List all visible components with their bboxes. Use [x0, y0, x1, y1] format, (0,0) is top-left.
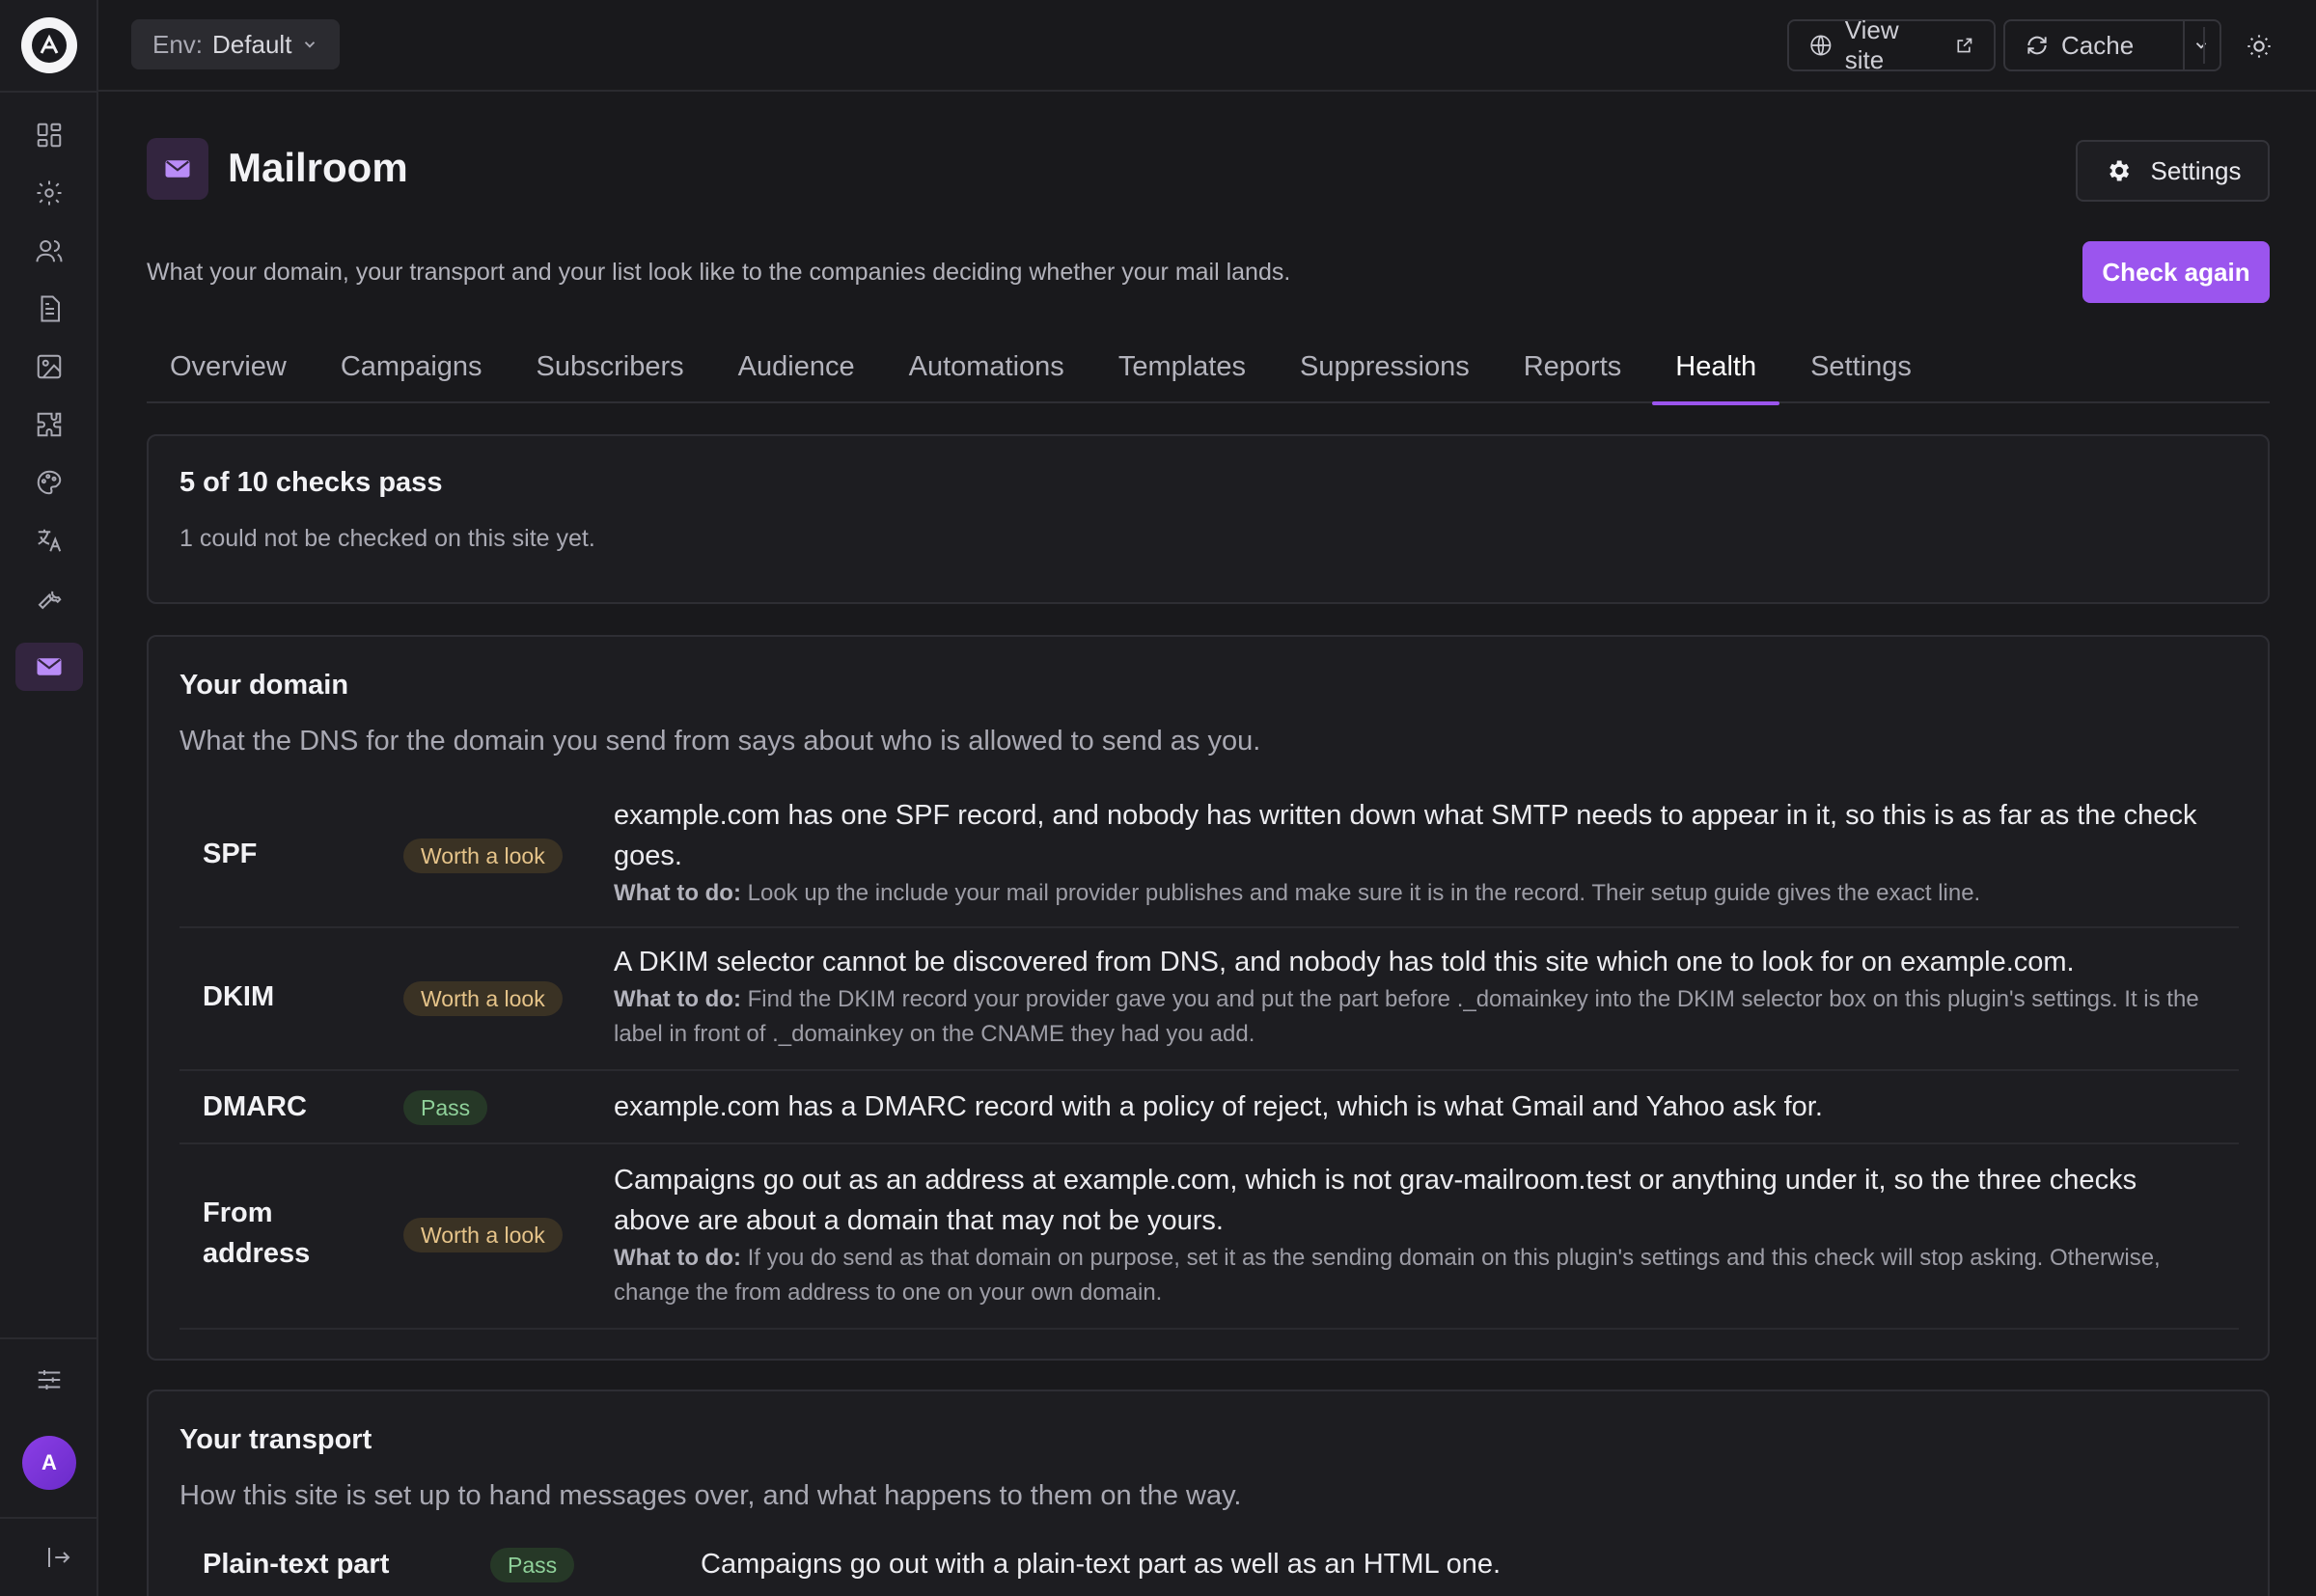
- page-subtitle: What your domain, your transport and you…: [147, 259, 1291, 286]
- cache-label: Cache: [2061, 30, 2135, 60]
- env-value: Default: [212, 29, 292, 59]
- summary-card: 5 of 10 checks pass 1 could not be check…: [147, 434, 2270, 604]
- avatar-initial: A: [41, 1450, 57, 1474]
- status-badge: Worth a look: [403, 839, 563, 873]
- chevron-down-icon: [305, 41, 316, 48]
- check-text: A DKIM selector cannot be discovered fro…: [614, 947, 2075, 977]
- todo-label: What to do:: [614, 880, 741, 906]
- gear-icon[interactable]: [15, 169, 83, 217]
- tab-templates[interactable]: Templates: [1118, 338, 1246, 403]
- check-again-button[interactable]: Check again: [2082, 241, 2270, 303]
- check-row-dmarc: DMARC Pass example.com has a DMARC recor…: [179, 1071, 2239, 1144]
- check-text: example.com has one SPF record, and nobo…: [614, 800, 2197, 871]
- chevron-down-icon: [2195, 42, 2207, 49]
- check-todo: What to do: If you do send as that domai…: [614, 1241, 2210, 1310]
- globe-icon: [1810, 35, 1832, 56]
- sidebar-divider: [0, 91, 96, 93]
- check-row-spf: SPF Worth a look example.com has one SPF…: [179, 795, 2239, 928]
- mail-icon[interactable]: [15, 643, 83, 691]
- check-description: Campaigns go out as an address at exampl…: [614, 1160, 2210, 1310]
- check-row-from-address: From address Worth a look Campaigns go o…: [179, 1144, 2239, 1330]
- mailroom-icon: [147, 138, 208, 200]
- status-badge: Pass: [403, 1090, 488, 1125]
- tools-icon[interactable]: [15, 574, 83, 622]
- todo-label: What to do:: [614, 986, 741, 1012]
- tab-campaigns[interactable]: Campaigns: [341, 338, 482, 403]
- settings-label: Settings: [2150, 155, 2242, 185]
- todo-text: Look up the include your mail provider p…: [747, 880, 1981, 906]
- sliders-icon[interactable]: [15, 1356, 83, 1404]
- view-site-label: View site: [1844, 15, 1899, 74]
- page-title: Mailroom: [228, 145, 408, 190]
- summary-note: 1 could not be checked on this site yet.: [179, 525, 595, 552]
- gear-icon: [2109, 160, 2129, 181]
- sidebar: A: [0, 0, 98, 1596]
- tab-automations[interactable]: Automations: [909, 338, 1064, 403]
- todo-text: If you do send as that domain on purpose…: [614, 1245, 2161, 1306]
- check-row-plain-text: Plain-text part Pass Campaigns go out wi…: [179, 1544, 2239, 1596]
- tab-subscribers[interactable]: Subscribers: [537, 338, 684, 403]
- env-selector[interactable]: Env: Default: [131, 19, 341, 69]
- check-text: example.com has a DMARC record with a po…: [614, 1091, 1823, 1122]
- tab-suppressions[interactable]: Suppressions: [1300, 338, 1470, 403]
- check-text: Campaigns go out with a plain-text part …: [701, 1549, 1502, 1580]
- check-description: example.com has one SPF record, and nobo…: [614, 795, 2210, 911]
- check-todo: What to do: Find the DKIM record your pr…: [614, 982, 2210, 1052]
- external-link-icon: [1957, 38, 1972, 53]
- tab-overview[interactable]: Overview: [170, 338, 287, 403]
- tab-reports[interactable]: Reports: [1524, 338, 1622, 403]
- env-label: Env:: [152, 29, 204, 59]
- status-badge: Worth a look: [403, 1218, 563, 1252]
- topbar: Env: Default View site Cache: [98, 0, 2316, 92]
- translate-icon[interactable]: [15, 516, 83, 564]
- sidebar-divider: [0, 1517, 96, 1519]
- check-label: DKIM: [203, 981, 275, 1012]
- status-badge: Worth a look: [403, 981, 563, 1016]
- check-description: Campaigns go out with a plain-text part …: [701, 1544, 2210, 1584]
- transport-card: Your transport How this site is set up t…: [147, 1390, 2270, 1596]
- sidebar-divider: [0, 1337, 96, 1339]
- check-todo: What to do: Look up the include your mai…: [614, 876, 2210, 911]
- check-label: From address: [203, 1197, 311, 1269]
- dashboard-icon[interactable]: [15, 111, 83, 159]
- todo-label: What to do:: [614, 1245, 741, 1271]
- check-text: Campaigns go out as an address at exampl…: [614, 1165, 2137, 1236]
- settings-button[interactable]: Settings: [2076, 140, 2270, 202]
- status-badge: Pass: [490, 1548, 575, 1582]
- theme-toggle-icon[interactable]: [2240, 27, 2278, 66]
- avatar[interactable]: A: [22, 1436, 76, 1490]
- cache-button[interactable]: Cache: [2003, 19, 2185, 71]
- cache-dropdown-button[interactable]: [2183, 19, 2221, 71]
- topbar-divider: [2203, 27, 2205, 64]
- grav-logo-icon[interactable]: [21, 17, 77, 73]
- check-label: Plain-text part: [203, 1549, 390, 1580]
- transport-subtitle: How this site is set up to hand messages…: [179, 1480, 1242, 1511]
- tab-audience[interactable]: Audience: [738, 338, 855, 403]
- domain-title: Your domain: [179, 670, 349, 701]
- refresh-icon: [2027, 36, 2047, 55]
- transport-title: Your transport: [179, 1424, 372, 1455]
- themes-icon[interactable]: [15, 458, 83, 507]
- collapse-sidebar-icon[interactable]: [25, 1533, 93, 1582]
- users-icon[interactable]: [15, 227, 83, 275]
- domain-card: Your domain What the DNS for the domain …: [147, 635, 2270, 1361]
- domain-subtitle: What the DNS for the domain you send fro…: [179, 726, 1261, 757]
- media-icon[interactable]: [15, 343, 83, 391]
- tab-settings[interactable]: Settings: [1810, 338, 1912, 403]
- todo-text: Find the DKIM record your provider gave …: [614, 986, 2199, 1047]
- view-site-button[interactable]: View site: [1787, 15, 1996, 74]
- tab-bar: Overview Campaigns Subscribers Audience …: [147, 338, 2270, 405]
- check-description: example.com has a DMARC record with a po…: [614, 1087, 2210, 1127]
- summary-title: 5 of 10 checks pass: [179, 467, 443, 498]
- plugins-icon[interactable]: [15, 400, 83, 449]
- check-label: DMARC: [203, 1091, 307, 1122]
- check-description: A DKIM selector cannot be discovered fro…: [614, 942, 2210, 1052]
- tab-health[interactable]: Health: [1652, 338, 1779, 405]
- check-label: SPF: [203, 839, 258, 869]
- pages-icon[interactable]: [15, 285, 83, 333]
- check-row-dkim: DKIM Worth a look A DKIM selector cannot…: [179, 928, 2239, 1071]
